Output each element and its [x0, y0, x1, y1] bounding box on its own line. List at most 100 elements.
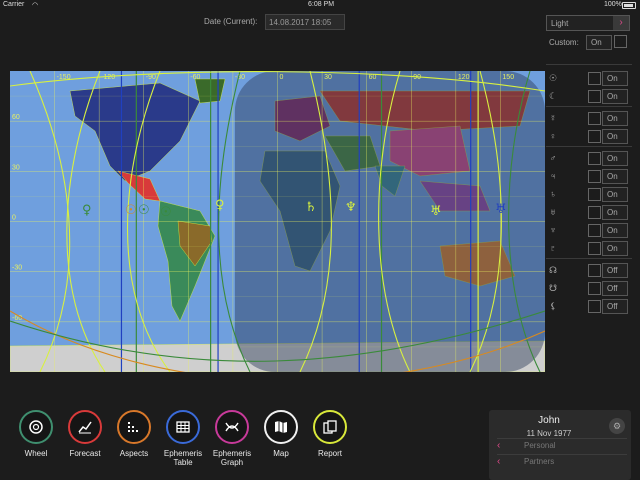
planet-marker-icon: ♀ [82, 203, 92, 218]
lilith-checkbox[interactable] [588, 300, 601, 313]
aspects-label: Aspects [119, 449, 149, 458]
report-icon [313, 410, 347, 444]
battery-percent: 100% [604, 1, 622, 8]
planet-marker-icon: ☉ [160, 205, 172, 220]
north-node-toggle[interactable]: Off [602, 263, 628, 278]
longitude-label: 0 [280, 74, 284, 81]
longitude-label: 60 [369, 74, 377, 81]
neptune-icon: ♆ [549, 225, 557, 235]
latitude-label: 0 [12, 215, 16, 222]
battery-icon [622, 2, 636, 9]
sun-toggle[interactable]: On [602, 71, 628, 86]
moon-checkbox[interactable] [588, 90, 601, 103]
jupiter-icon: ♃ [549, 171, 557, 181]
date-label: Date (Current): [204, 17, 258, 26]
forecast-label: Forecast [69, 449, 101, 458]
tab-forecast[interactable]: Forecast [61, 410, 109, 458]
aspects-icon [117, 410, 151, 444]
carrier-label: Carrier [3, 1, 25, 8]
jupiter-checkbox[interactable] [588, 170, 601, 183]
moon-toggle[interactable]: On [602, 89, 628, 104]
neptune-toggle[interactable]: On [602, 223, 628, 238]
pluto-toggle[interactable]: On [602, 241, 628, 256]
tab-map[interactable]: Map [257, 410, 305, 458]
mars-toggle[interactable]: On [602, 151, 628, 166]
tab-wheel[interactable]: Wheel [12, 410, 60, 458]
wheel-label: Wheel [24, 449, 48, 458]
mercury-checkbox[interactable] [588, 112, 601, 125]
ephemeris-graph-label: Ephemeris Graph [212, 449, 252, 467]
latitude-label: -30 [12, 265, 22, 272]
sun-icon: ☉ [548, 73, 558, 83]
south-node-checkbox[interactable] [588, 282, 601, 295]
custom-checkbox[interactable] [614, 35, 627, 48]
report-label: Report [317, 449, 342, 458]
ephemeris-table-label: Ephemeris Table [163, 449, 203, 467]
north-node-checkbox[interactable] [588, 264, 601, 277]
planet-marker-icon: ☉ [125, 203, 137, 218]
venus-toggle[interactable]: On [602, 129, 628, 144]
latitude-label: 30 [12, 164, 20, 171]
map-canvas: -150 -120 -90 -60 -30 0 30 60 90 120 15060300-30-6… [10, 71, 545, 372]
planet-marker-icon: ♀ [215, 198, 225, 213]
longitude-label: -30 [235, 74, 245, 81]
astro-map[interactable]: -150 -120 -90 -60 -30 0 30 60 90 120 150 60 30 0 -30 -6… [10, 71, 545, 372]
settings-gear-icon[interactable]: ⚙ [609, 418, 625, 434]
sun-checkbox[interactable] [588, 72, 601, 85]
longitude-label: -120 [101, 74, 115, 81]
chevron-right-icon[interactable]: › [613, 16, 629, 30]
planet-marker-icon: ♄ [305, 200, 317, 215]
panel-divider [546, 146, 632, 147]
planet-marker-icon: ☉ [138, 203, 150, 218]
ephemeris-table-icon [166, 410, 200, 444]
latitude-label: -60 [12, 315, 22, 322]
north-node-icon: ☊ [549, 265, 557, 275]
planet-marker-icon: ♅ [430, 204, 442, 219]
saturn-checkbox[interactable] [588, 188, 601, 201]
tab-aspects[interactable]: Aspects [110, 410, 158, 458]
date-field[interactable]: 14.08.2017 18:05 [265, 14, 345, 30]
mercury-toggle[interactable]: On [602, 111, 628, 126]
mars-checkbox[interactable] [588, 152, 601, 165]
custom-label: Custom: [549, 38, 579, 47]
venus-icon: ♀ [549, 131, 557, 141]
ephemeris-graph-icon [215, 410, 249, 444]
partners-row[interactable]: ‹ Partners [497, 454, 627, 469]
personal-row[interactable]: ‹ Personal [497, 438, 627, 453]
mercury-icon: ☿ [549, 113, 557, 123]
tab-ephemeris-table[interactable]: Ephemeris Table [159, 410, 207, 467]
saturn-toggle[interactable]: On [602, 187, 628, 202]
wifi-icon: ◠ [32, 2, 39, 9]
uranus-icon: ♅ [549, 207, 557, 217]
lilith-toggle[interactable]: Off [602, 299, 628, 314]
pluto-icon: ♇ [549, 243, 557, 253]
custom-toggle[interactable]: On [586, 35, 612, 50]
theme-select[interactable]: Light › [546, 15, 630, 31]
tab-report[interactable]: Report [306, 410, 354, 458]
jupiter-toggle[interactable]: On [602, 169, 628, 184]
profile-card[interactable]: John 11 Nov 1977 ⚙ ‹ Personal ‹ Partners [489, 410, 631, 480]
longitude-label: 90 [413, 74, 421, 81]
lilith-icon: ⚸ [549, 301, 557, 311]
wheel-icon [19, 410, 53, 444]
saturn-icon: ♄ [549, 189, 557, 199]
status-bar: Carrier ◠ 6:08 PM 100% [0, 0, 640, 10]
pluto-checkbox[interactable] [588, 242, 601, 255]
neptune-checkbox[interactable] [588, 224, 601, 237]
north-america-land [69, 82, 201, 182]
venus-checkbox[interactable] [588, 130, 601, 143]
theme-value: Light [551, 19, 569, 28]
forecast-icon [68, 410, 102, 444]
profile-name: John [538, 415, 560, 426]
latitude-label: 60 [12, 114, 20, 121]
longitude-label: -60 [190, 74, 200, 81]
tab-ephemeris-graph[interactable]: Ephemeris Graph [208, 410, 256, 467]
greenland-land [194, 78, 226, 104]
partners-label: Partners [524, 457, 555, 466]
uranus-toggle[interactable]: On [602, 205, 628, 220]
planet-marker-icon: ♆ [345, 200, 357, 215]
map-icon [264, 410, 298, 444]
uranus-checkbox[interactable] [588, 206, 601, 219]
longitude-label: 150 [502, 74, 514, 81]
south-node-toggle[interactable]: Off [602, 281, 628, 296]
